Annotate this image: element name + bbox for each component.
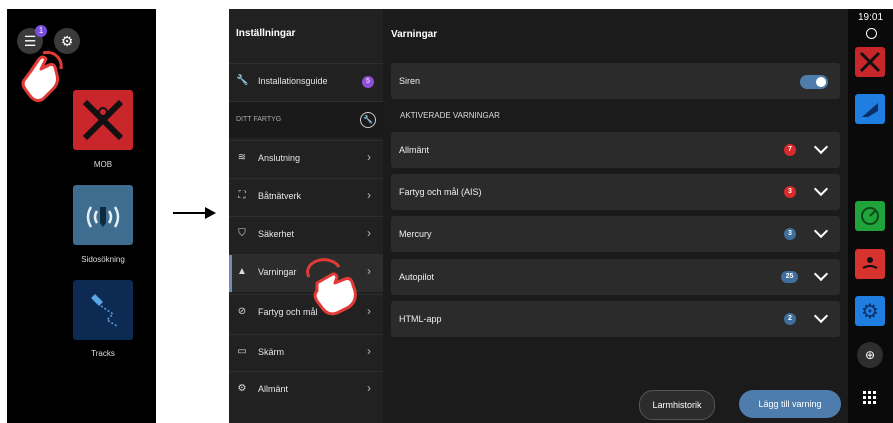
chevron-down-icon[interactable] — [813, 223, 829, 239]
arrow-line — [173, 212, 207, 214]
gear-icon: ⚙ — [237, 383, 247, 394]
tap-hand-icon — [306, 258, 357, 316]
count-badge: 2 — [784, 313, 796, 325]
tap-hand-icon — [21, 50, 63, 103]
display-icon: ▭ — [237, 346, 247, 357]
clock: 19:01 — [857, 12, 884, 23]
row-label: Fartyg och mål (AIS) — [399, 187, 482, 197]
chevron-down-icon[interactable] — [813, 266, 829, 282]
nav-title: Inställningar — [236, 28, 296, 39]
warning-row-html-app[interactable]: HTML-app 2 — [391, 301, 840, 337]
chevron-down-icon[interactable] — [813, 139, 829, 155]
mob-person-rail-button[interactable] — [855, 249, 885, 279]
settings-rail-button[interactable]: ⚙ — [855, 296, 885, 326]
row-label: Mercury — [399, 229, 432, 239]
mob-icon — [859, 51, 881, 73]
nav-item-general[interactable]: ⚙ Allmänt › — [229, 371, 383, 409]
sonar-rail-button[interactable] — [855, 201, 885, 231]
nav-item-connection[interactable]: ≋ Anslutning › — [229, 140, 383, 178]
row-label: HTML-app — [399, 314, 442, 324]
nav-item-display[interactable]: ▭ Skärm › — [229, 334, 383, 372]
mob-rail-button[interactable] — [855, 47, 885, 77]
chevron-right-icon: › — [367, 226, 371, 240]
nav-item-installation-guide[interactable]: 🔧 Installationsguide 5 — [229, 63, 383, 101]
chevron-right-icon: › — [367, 304, 371, 318]
shield-icon: ⛉ — [238, 228, 246, 239]
waypoint-rail-button[interactable] — [855, 94, 885, 124]
home-screen-panel: ☰ 1 ⚙ MOB Sidosökning Tracks — [7, 9, 156, 423]
nav-item-label: Anslutning — [258, 153, 301, 163]
app-tile-sidescan[interactable] — [73, 185, 133, 245]
warning-row-mercury[interactable]: Mercury 3 — [391, 216, 840, 252]
warning-row-ais[interactable]: Fartyg och mål (AIS) 3 — [391, 174, 840, 210]
waypoint-icon — [862, 103, 878, 117]
sidescan-icon — [86, 206, 120, 228]
person-overboard-icon — [862, 257, 878, 269]
apps-grid-button[interactable] — [855, 383, 885, 413]
chevron-right-icon: › — [367, 150, 371, 164]
alarm-history-button[interactable]: Larmhistorik — [639, 390, 715, 420]
nav-section-vessel: DITT FARTYG 🔧 — [229, 101, 383, 138]
nav-item-label: Skärm — [258, 347, 285, 357]
siren-toggle[interactable] — [800, 75, 828, 89]
nav-item-security[interactable]: ⛉ Säkerhet › — [229, 216, 383, 254]
nav-item-label: Varningar — [258, 267, 297, 277]
warnings-panel: Varningar Siren AKTIVERADE VARNINGAR All… — [383, 9, 848, 423]
add-location-button[interactable]: ⊕ — [857, 342, 883, 368]
section-header: AKTIVERADE VARNINGAR — [400, 111, 500, 120]
add-warning-button[interactable]: Lägg till varning — [739, 390, 841, 418]
chevron-down-icon[interactable] — [813, 308, 829, 324]
wifi-icon: ≋ — [237, 152, 247, 163]
gear-icon: ⚙ — [861, 300, 879, 323]
warning-row-general[interactable]: Allmänt 7 — [391, 132, 840, 168]
list-icon: ☰ — [23, 32, 37, 49]
target-icon: ⊘ — [237, 306, 247, 317]
nav-item-label: Allmänt — [258, 384, 289, 394]
chevron-right-icon: › — [367, 188, 371, 202]
chevron-right-icon: › — [367, 381, 371, 395]
app-tile-mob[interactable] — [73, 90, 133, 150]
settings-screen: Inställningar 🔧 Installationsguide 5 DIT… — [229, 9, 893, 423]
network-icon: ⛶ — [238, 190, 246, 201]
count-badge: 25 — [781, 271, 798, 283]
app-label-sidescan: Sidosökning — [81, 255, 125, 264]
siren-row: Siren — [391, 63, 840, 99]
nav-item-label: Säkerhet — [258, 229, 295, 239]
wrench-circle-icon[interactable]: 🔧 — [360, 112, 376, 128]
nav-item-label: Båtnätverk — [258, 191, 302, 201]
nav-section-label: DITT FARTYG — [236, 116, 282, 123]
wrench-icon: 🔧 — [236, 75, 249, 86]
chevron-right-icon: › — [367, 264, 371, 278]
count-badge: 3 — [784, 186, 796, 198]
count-badge: 3 — [784, 228, 796, 240]
right-rail: 19:01 ⚙ ⊕ — [848, 9, 893, 423]
sonar-icon — [861, 207, 879, 225]
nav-item-boat-network[interactable]: ⛶ Båtnätverk › — [229, 178, 383, 216]
grid-icon — [863, 391, 876, 404]
notification-badge: 1 — [35, 25, 47, 37]
warning-icon: ▲ — [237, 266, 247, 277]
gear-icon: ⚙ — [60, 32, 74, 49]
tracks-icon — [91, 294, 118, 327]
add-location-icon: ⊕ — [864, 348, 876, 362]
app-label-mob: MOB — [93, 160, 113, 169]
settings-nav: Inställningar 🔧 Installationsguide 5 DIT… — [229, 9, 383, 423]
status-icon — [866, 28, 877, 39]
count-badge: 7 — [784, 144, 796, 156]
chevron-down-icon[interactable] — [813, 181, 829, 197]
arrow-head-icon — [205, 207, 216, 219]
nav-item-label: Installationsguide — [258, 76, 328, 86]
installation-badge: 5 — [362, 76, 374, 88]
warning-row-autopilot[interactable]: Autopilot 25 — [391, 259, 840, 295]
row-label: Allmänt — [399, 145, 430, 155]
app-tile-tracks[interactable] — [73, 280, 133, 340]
chevron-right-icon: › — [367, 344, 371, 358]
siren-label: Siren — [399, 76, 421, 86]
row-label: Autopilot — [399, 272, 435, 282]
page-title: Varningar — [391, 29, 438, 40]
app-label-tracks: Tracks — [91, 349, 115, 358]
mob-icon — [82, 99, 124, 141]
